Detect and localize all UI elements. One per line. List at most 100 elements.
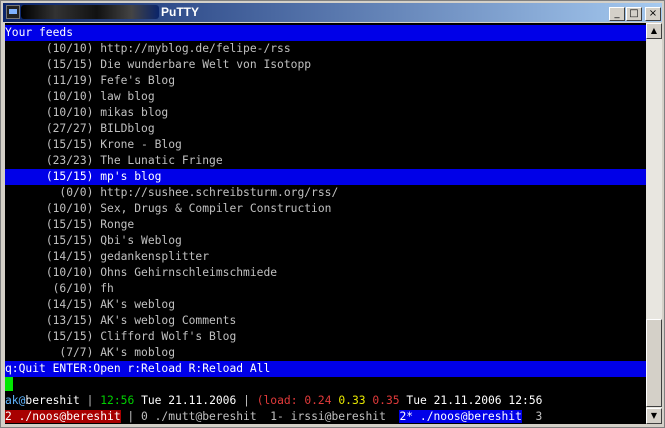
putty-app-icon[interactable] [6, 5, 20, 19]
terminal-area[interactable]: Your feeds (10/10) http://myblog.de/feli… [5, 23, 646, 424]
feed-row[interactable]: (15/15) Qbi's Weblog [5, 233, 646, 249]
feed-name: Sex, Drugs & Compiler Construction [100, 202, 332, 215]
feed-indent [5, 58, 46, 71]
feed-name: AK's weblog [100, 298, 176, 311]
feed-row[interactable]: (10/10) Sex, Drugs & Compiler Constructi… [5, 201, 646, 217]
feed-row[interactable]: (15/15) Ronge [5, 217, 646, 233]
feed-name: http://myblog.de/felipe-/rss [100, 42, 291, 55]
feed-row[interactable]: (10/10) law blog [5, 89, 646, 105]
feed-name: BILDblog [100, 122, 155, 135]
feed-row[interactable]: (23/23) The Lunatic Fringe [5, 153, 646, 169]
feed-count: (0/0) [59, 186, 94, 199]
feed-count: (15/15) [45, 330, 94, 343]
vertical-scrollbar[interactable]: ▲ ▼ [646, 23, 662, 424]
feed-row[interactable]: (10/10) mikas blog [5, 105, 646, 121]
feed-indent [5, 250, 46, 263]
feed-count: (27/27) [45, 122, 94, 135]
feed-row[interactable]: (15/15) Die wunderbare Welt von Isotopp [5, 57, 646, 73]
feed-row[interactable]: (7/7) AK's moblog [5, 345, 646, 361]
minimize-button[interactable]: _ [609, 7, 625, 21]
feed-row[interactable]: (13/15) AK's weblog Comments [5, 313, 646, 329]
feed-name: AK's weblog Comments [100, 314, 237, 327]
feed-indent [5, 122, 46, 135]
feed-indent [5, 74, 46, 87]
feed-count: (15/15) [45, 218, 94, 231]
feed-indent [5, 106, 46, 119]
feed-count: (10/10) [45, 106, 94, 119]
feed-indent [5, 314, 46, 327]
feed-count: (15/15) [45, 234, 94, 247]
scroll-thumb[interactable] [646, 319, 662, 407]
feed-count: (15/15) [45, 170, 94, 183]
feed-row[interactable]: (10/10) Ohns Gehirnschleimschmiede [5, 265, 646, 281]
screen-tab: 2 ./noos@bereshit [5, 410, 121, 423]
status-time: 12:56 [100, 394, 135, 407]
feed-row[interactable]: (15/15) Clifford Wolf's Blog [5, 329, 646, 345]
feed-count: (14/15) [45, 298, 94, 311]
feed-name: AK's moblog [100, 346, 176, 359]
screen-tab: 1- irssi@bereshit [256, 410, 400, 423]
feed-count: (7/7) [59, 346, 94, 359]
feed-row[interactable]: (10/10) http://myblog.de/felipe-/rss [5, 41, 646, 57]
feed-indent [5, 266, 46, 279]
feed-row[interactable]: (11/19) Fefe's Blog [5, 73, 646, 89]
status-sep: | [236, 394, 257, 407]
maximize-button[interactable]: □ [626, 7, 642, 21]
feed-row[interactable]: (15/15) mp's blog [5, 169, 646, 185]
feed-row[interactable]: (15/15) Krone - Blog [5, 137, 646, 153]
feed-row[interactable]: (27/27) BILDblog [5, 121, 646, 137]
feed-count: (11/19) [45, 74, 94, 87]
feed-name: mikas blog [100, 106, 169, 119]
feed-name: http://sushee.schreibsturm.org/rss/ [100, 186, 339, 199]
feed-name: Ronge [100, 218, 135, 231]
feed-count: (6/10) [52, 282, 94, 295]
help-bar: q:Quit ENTER:Open r:Reload R:Reload All [5, 361, 646, 377]
screen-tab: 3 [521, 410, 543, 423]
screen-tab: 0 ./mutt@bereshit [141, 410, 257, 423]
putty-window: PuTTY _ □ × Your feeds (10/10) http://my… [0, 0, 665, 428]
feed-row[interactable]: (0/0) http://sushee.schreibsturm.org/rss… [5, 185, 646, 201]
status-load5: 0.33 [338, 394, 366, 407]
feed-indent [5, 154, 46, 167]
feed-row[interactable]: (14/15) AK's weblog [5, 297, 646, 313]
maximize-icon: □ [629, 8, 639, 19]
feeds-header: Your feeds [5, 25, 646, 41]
feed-row[interactable]: (6/10) fh [5, 281, 646, 297]
feed-name: gedankensplitter [100, 250, 210, 263]
screen-tab: | [120, 410, 142, 423]
feed-indent [5, 186, 46, 199]
scroll-down-arrow-icon[interactable]: ▼ [646, 408, 662, 424]
close-button[interactable]: × [645, 7, 661, 21]
feed-count: (15/15) [45, 138, 94, 151]
feed-indent [5, 330, 46, 343]
feed-indent [5, 170, 46, 183]
feed-count: (10/10) [45, 42, 94, 55]
feed-indent [5, 282, 46, 295]
feed-count: (23/23) [45, 154, 94, 167]
status-load1: 0.24 [304, 394, 332, 407]
feed-count: (14/15) [45, 250, 94, 263]
feed-row[interactable]: (14/15) gedankensplitter [5, 249, 646, 265]
feed-name: law blog [100, 90, 155, 103]
screen-window-list: 2 ./noos@bereshit | 0 ./mutt@bereshit 1-… [5, 409, 646, 424]
feed-indent [5, 90, 46, 103]
feed-name: Die wunderbare Welt von Isotopp [100, 58, 312, 71]
feed-name: Clifford Wolf's Blog [100, 330, 237, 343]
feed-name: mp's blog [100, 170, 162, 183]
status-date: Tue 21.11.2006 [134, 394, 237, 407]
status-datetime: Tue 21.11.2006 12:56 [399, 394, 543, 407]
scroll-up-arrow-icon[interactable]: ▲ [646, 23, 662, 39]
title-bar[interactable]: PuTTY _ □ × [3, 3, 662, 22]
feed-count: (10/10) [45, 202, 94, 215]
status-sep: | [79, 394, 101, 407]
feed-indent [5, 138, 46, 151]
status-host: bereshit [25, 394, 80, 407]
feed-name: Krone - Blog [100, 138, 182, 151]
terminal-cursor [5, 377, 13, 391]
feed-indent [5, 234, 46, 247]
feed-indent [5, 202, 46, 215]
status-load15: 0.35 [372, 394, 400, 407]
feed-name: Ohns Gehirnschleimschmiede [100, 266, 278, 279]
window-title: PuTTY [161, 5, 199, 19]
feed-name: The Lunatic Fringe [100, 154, 223, 167]
